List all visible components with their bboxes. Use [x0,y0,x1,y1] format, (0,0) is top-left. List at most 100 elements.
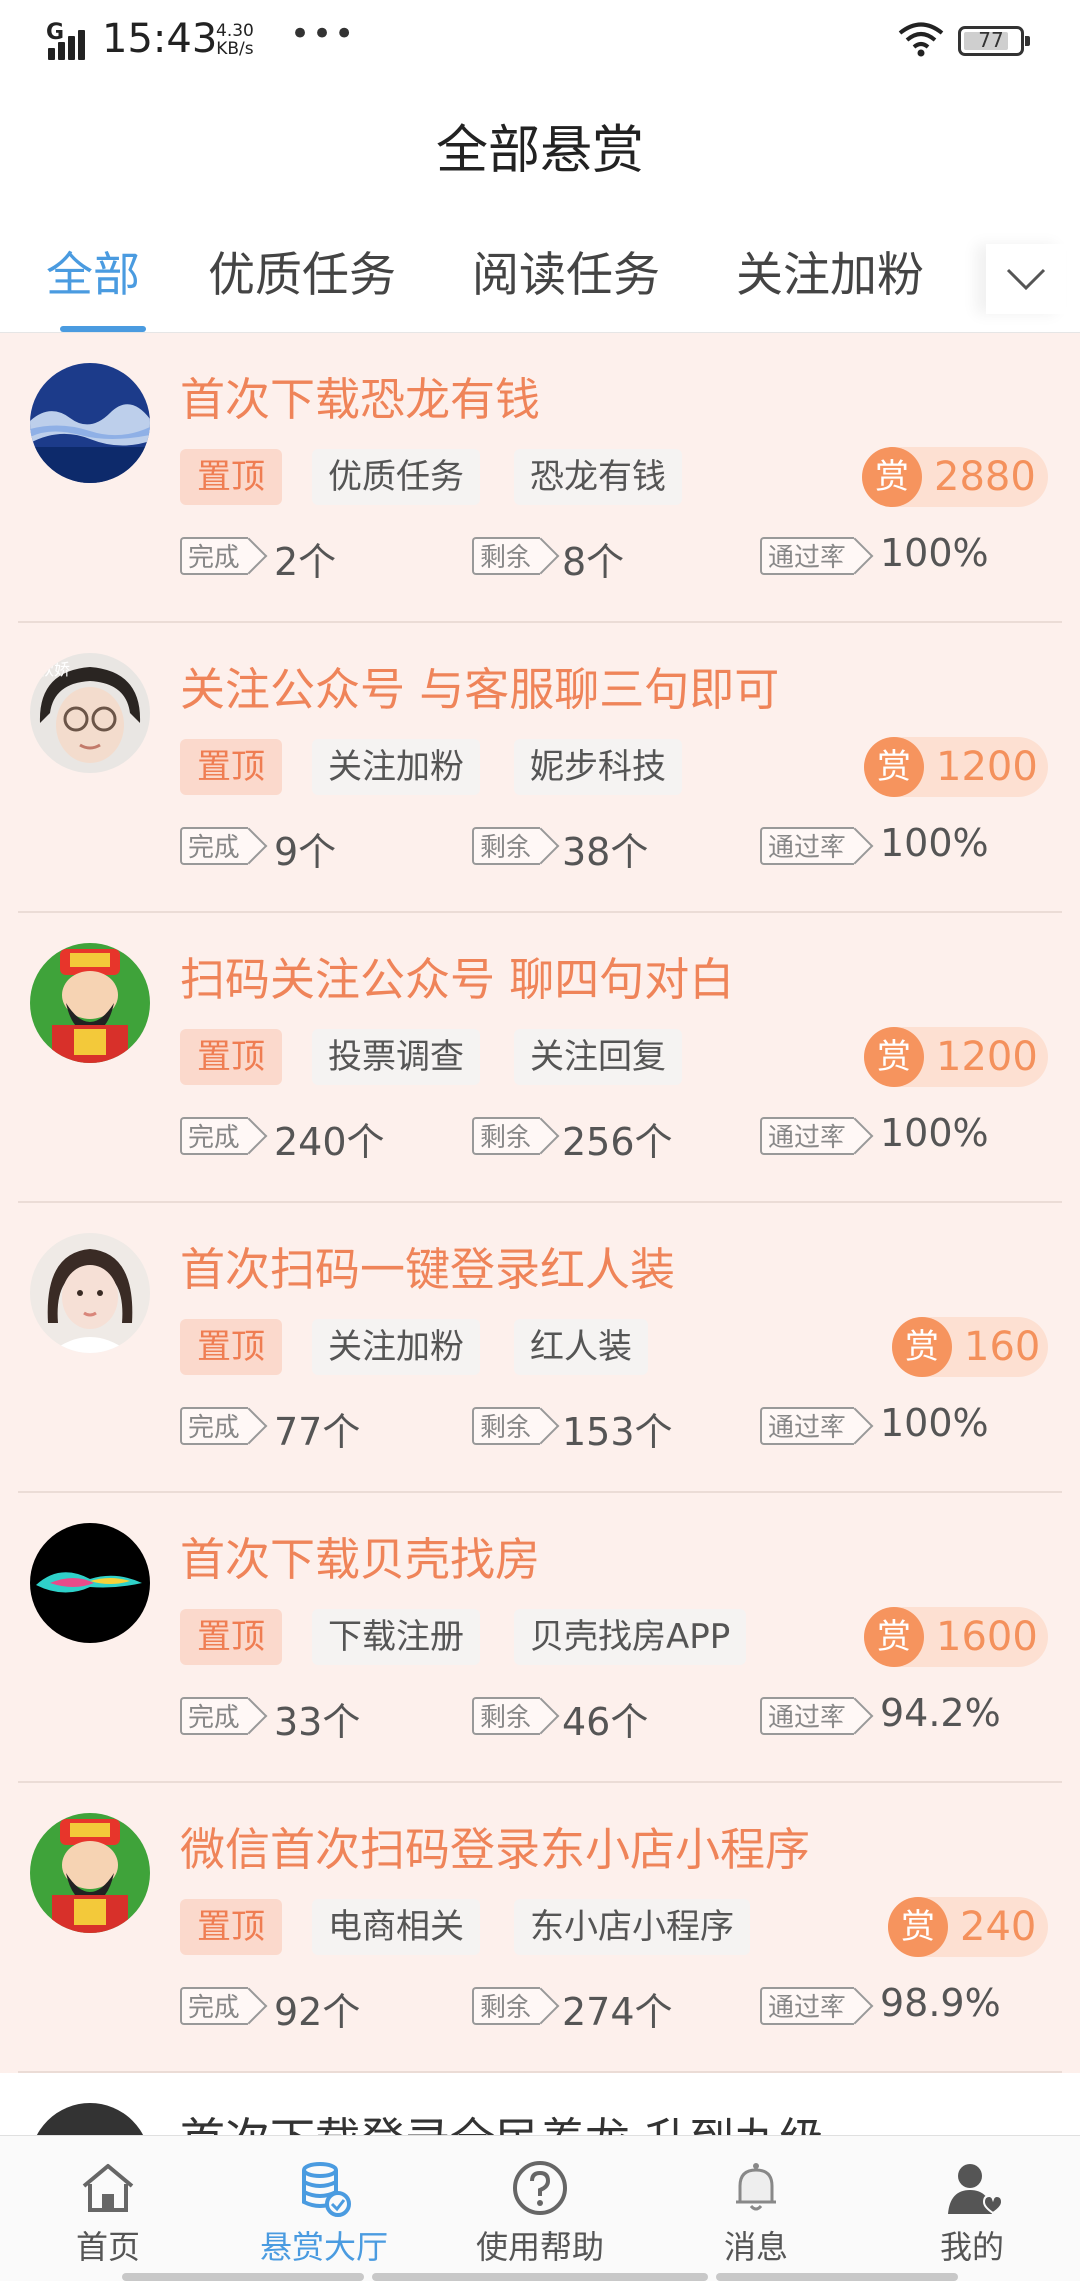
tab-quality-tasks[interactable]: 优质任务 [208,236,396,305]
avatar [30,1523,150,1643]
task-item[interactable]: 微信首次扫码登录东小店小程序 置顶 电商相关 东小店小程序 赏 240 完成 9… [0,1783,1080,2073]
avatar [30,363,150,483]
profile-icon [948,2164,1002,2215]
task-title: 首次扫码一键登录红人装 [180,1243,676,1296]
remain-label: 剩余 [472,827,541,865]
reward-coin-icon: 赏 [864,737,924,797]
bottom-navigation: 首页 悬赏大厅 使用帮助 消息 我的 [0,2135,1080,2281]
category-tabs: 全部 优质任务 阅读任务 关注加粉 [0,236,1080,333]
reward-amount: 2880 [934,454,1036,500]
pass-rate: 100% [880,1401,989,1445]
task-title: 首次下载贝壳找房 [180,1533,541,1586]
pass-rate-label: 通过率 [760,827,855,865]
pass-rate-label: 通过率 [760,1117,855,1155]
task-title: 微信首次扫码登录东小店小程序 [180,1823,811,1876]
reward-badge: 赏 160 [892,1317,1048,1377]
done-label: 完成 [180,537,249,575]
task-category-tag: 关注加粉 [312,739,480,795]
reward-coin-icon: 赏 [864,1607,924,1667]
remain-label: 剩余 [472,1407,541,1445]
task-item[interactable]: 软娇 关注公众号 与客服聊三句即可 置顶 关注加粉 妮步科技 赏 1200 完成… [0,623,1080,913]
remain-count: 153个 [562,1410,673,1454]
done-label: 完成 [180,827,249,865]
done-label: 完成 [180,1117,249,1155]
network-speed: 4.30 KB/s [216,21,254,59]
done-count: 240个 [274,1120,385,1164]
pass-rate-label: 通过率 [760,1697,855,1735]
nav-reward-hall[interactable]: 悬赏大厅 [216,2136,432,2281]
nav-home[interactable]: 首页 [0,2136,216,2281]
bell-icon [736,2163,776,2211]
reward-amount: 1600 [936,1614,1038,1660]
help-icon [513,2161,567,2215]
pass-rate-label: 通过率 [760,537,855,575]
expand-tabs-button[interactable] [986,244,1066,314]
remain-count: 256个 [562,1120,673,1164]
task-app-tag: 东小店小程序 [514,1899,750,1955]
task-category-tag: 优质任务 [312,449,480,505]
nav-messages[interactable]: 消息 [648,2136,864,2281]
done-count: 33个 [274,1700,361,1744]
pass-rate: 100% [880,1111,989,1155]
avatar [30,1233,150,1353]
avatar [30,2103,150,2135]
pinned-badge: 置顶 [180,739,282,795]
task-app-tag: 恐龙有钱 [514,449,682,505]
clock: 15:43 [102,16,218,62]
task-title: 首次下载恐龙有钱 [180,373,541,426]
reward-badge: 赏 1600 [864,1607,1048,1667]
active-tab-indicator [60,326,146,332]
reward-badge: 赏 1200 [864,1027,1048,1087]
done-label: 完成 [180,1407,249,1445]
page-title: 全部悬赏 [435,121,644,181]
remain-label: 剩余 [472,1117,541,1155]
task-app-tag: 贝壳找房APP [514,1609,747,1665]
task-title: 关注公众号 与客服聊三句即可 [180,663,780,716]
task-item[interactable]: 首次下载恐龙有钱 置顶 优质任务 恐龙有钱 赏 2880 完成 2个 剩余 8个… [0,333,1080,623]
pass-rate: 100% [880,531,989,575]
nav-profile[interactable]: 我的 [864,2136,1080,2281]
reward-coin-icon: 赏 [862,447,922,507]
pass-rate: 100% [880,821,989,865]
pass-rate-label: 通过率 [760,1407,855,1445]
task-item[interactable]: 首次下载登录全民养龙 升到九级 [0,2073,1080,2135]
tab-reading-tasks[interactable]: 阅读任务 [472,236,660,305]
pass-rate: 94.2% [880,1691,1001,1735]
remain-label: 剩余 [472,1987,541,2025]
done-count: 9个 [274,830,337,874]
reward-badge: 赏 240 [888,1897,1048,1957]
avatar [30,943,150,1063]
pinned-badge: 置顶 [180,1899,282,1955]
remain-count: 38个 [562,830,649,874]
task-item[interactable]: 首次扫码一键登录红人装 置顶 关注加粉 红人装 赏 160 完成 77个 剩余 … [0,1203,1080,1493]
remain-label: 剩余 [472,1697,541,1735]
task-item[interactable]: 扫码关注公众号 聊四句对白 置顶 投票调查 关注回复 赏 1200 完成 240… [0,913,1080,1203]
reward-coin-icon: 赏 [864,1027,924,1087]
status-bar: G 15:43 4.30 KB/s ••• 77 [0,0,1080,84]
battery-icon: 77 [958,26,1030,56]
nav-help[interactable]: 使用帮助 [432,2136,648,2281]
task-category-tag: 关注加粉 [312,1319,480,1375]
home-icon [82,2164,134,2212]
chevron-down-icon [1006,268,1046,291]
task-app-tag: 妮步科技 [514,739,682,795]
pinned-badge: 置顶 [180,1609,282,1665]
remain-count: 46个 [562,1700,649,1744]
signal-icon: G [44,20,96,60]
tab-follow-fans[interactable]: 关注加粉 [736,236,924,305]
task-list: 首次下载恐龙有钱 置顶 优质任务 恐龙有钱 赏 2880 完成 2个 剩余 8个… [0,333,1080,2135]
task-title: 扫码关注公众号 聊四句对白 [180,953,735,1006]
more-notifications-icon: ••• [290,14,357,54]
task-item[interactable]: 首次下载贝壳找房 置顶 下载注册 贝壳找房APP 赏 1600 完成 33个 剩… [0,1493,1080,1783]
pinned-badge: 置顶 [180,1319,282,1375]
reward-amount: 1200 [936,744,1038,790]
pass-rate: 98.9% [880,1981,1001,2025]
task-category-tag: 投票调查 [312,1029,480,1085]
remain-count: 8个 [562,540,625,584]
pass-rate-label: 通过率 [760,1987,855,2025]
tab-all[interactable]: 全部 [46,236,140,305]
task-category-tag: 电商相关 [312,1899,480,1955]
avatar: 软娇 [30,653,150,773]
reward-coin-icon: 赏 [888,1897,948,1957]
remain-label: 剩余 [472,537,541,575]
